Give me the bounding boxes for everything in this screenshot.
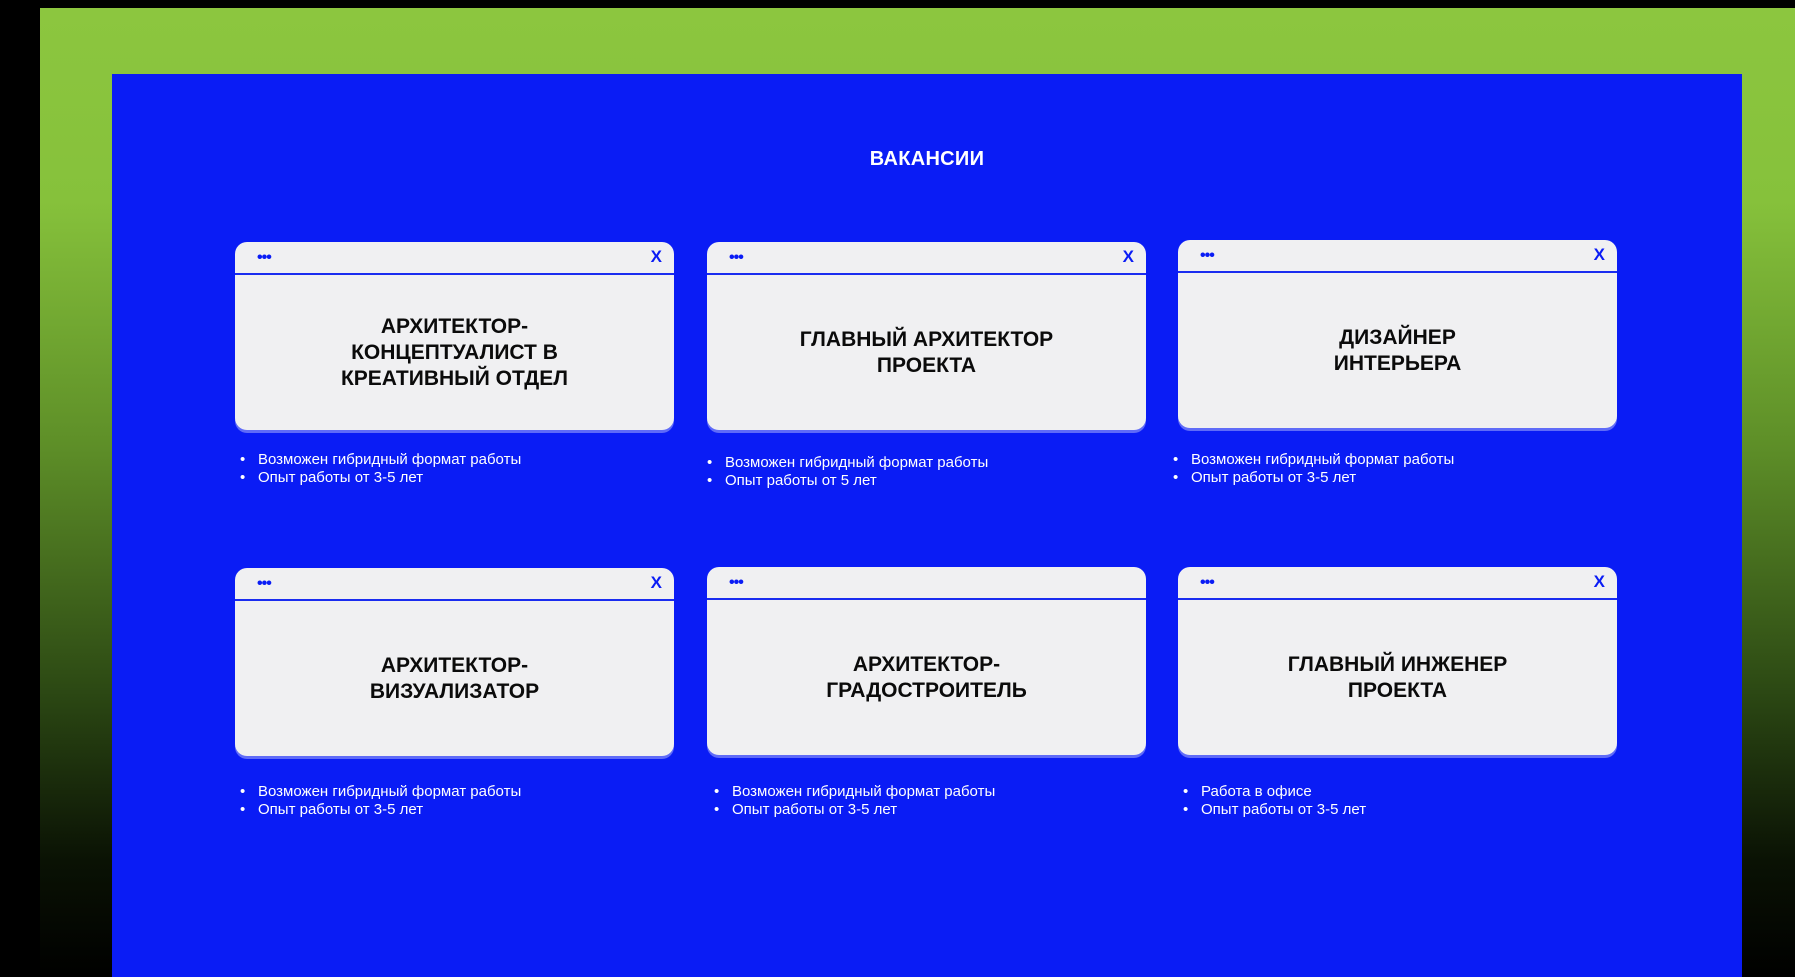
requirement-item: Опыт работы от 3-5 лет (712, 801, 995, 819)
vacancy-requirements-2: Возможен гибридный формат работы Опыт ра… (705, 454, 988, 490)
close-icon[interactable]: X (1594, 246, 1605, 264)
vacancy-requirements-3: Возможен гибридный формат работы Опыт ра… (1171, 451, 1454, 487)
requirement-item: Возможен гибридный формат работы (705, 454, 988, 472)
close-icon[interactable]: X (651, 248, 662, 266)
vacancy-card-6[interactable]: ••• X ГЛАВНЫЙ ИНЖЕНЕР ПРОЕКТА (1178, 567, 1617, 755)
requirement-item: Опыт работы от 3-5 лет (1181, 801, 1366, 819)
vacancy-card-2[interactable]: ••• X ГЛАВНЫЙ АРХИТЕКТОР ПРОЕКТА (707, 242, 1146, 430)
vacancy-card-1[interactable]: ••• X АРХИТЕКТОР- КОНЦЕПТУАЛИСТ В КРЕАТИ… (235, 242, 674, 430)
dots-menu-icon[interactable]: ••• (729, 575, 744, 591)
window-titlebar: ••• (707, 567, 1146, 600)
dots-menu-icon[interactable]: ••• (729, 250, 744, 266)
requirement-item: Опыт работы от 3-5 лет (1171, 469, 1454, 487)
vacancy-title: АРХИТЕКТОР- КОНЦЕПТУАЛИСТ В КРЕАТИВНЫЙ О… (340, 314, 569, 390)
requirement-item: Опыт работы от 3-5 лет (238, 801, 521, 819)
requirement-item: Опыт работы от 5 лет (705, 472, 988, 490)
vacancy-requirements-4: Возможен гибридный формат работы Опыт ра… (238, 783, 521, 819)
requirement-item: Возможен гибридный формат работы (1171, 451, 1454, 469)
vacancy-title: АРХИТЕКТОР- ГРАДОСТРОИТЕЛЬ (826, 652, 1027, 702)
requirement-item: Опыт работы от 3-5 лет (238, 469, 521, 487)
requirement-item: Возможен гибридный формат работы (238, 451, 521, 469)
requirement-item: Возможен гибридный формат работы (238, 783, 521, 801)
vacancy-title: ДИЗАЙНЕР ИНТЕРЬЕРА (1333, 325, 1462, 375)
vacancy-card-3[interactable]: ••• X ДИЗАЙНЕР ИНТЕРЬЕРА (1178, 240, 1617, 428)
window-titlebar: ••• X (1178, 240, 1617, 273)
vacancy-title: ГЛАВНЫЙ АРХИТЕКТОР ПРОЕКТА (799, 327, 1054, 377)
close-icon[interactable]: X (1123, 248, 1134, 266)
vacancy-title: ГЛАВНЫЙ ИНЖЕНЕР ПРОЕКТА (1287, 652, 1508, 702)
dots-menu-icon[interactable]: ••• (1200, 248, 1215, 264)
close-icon[interactable]: X (1594, 573, 1605, 591)
window-titlebar: ••• X (235, 568, 674, 601)
close-icon[interactable]: X (651, 574, 662, 592)
page-title: ВАКАНСИИ (869, 148, 985, 170)
window-titlebar: ••• X (1178, 567, 1617, 600)
requirement-item: Возможен гибридный формат работы (712, 783, 995, 801)
vacancy-card-4[interactable]: ••• X АРХИТЕКТОР- ВИЗУАЛИЗАТОР (235, 568, 674, 756)
dots-menu-icon[interactable]: ••• (1200, 575, 1215, 591)
vacancy-title: АРХИТЕКТОР- ВИЗУАЛИЗАТОР (369, 653, 540, 703)
window-titlebar: ••• X (707, 242, 1146, 275)
vacancy-requirements-5: Возможен гибридный формат работы Опыт ра… (712, 783, 995, 819)
vacancy-card-5[interactable]: ••• АРХИТЕКТОР- ГРАДОСТРОИТЕЛЬ (707, 567, 1146, 755)
window-titlebar: ••• X (235, 242, 674, 275)
requirement-item: Работа в офисе (1181, 783, 1366, 801)
dots-menu-icon[interactable]: ••• (257, 576, 272, 592)
vacancy-requirements-6: Работа в офисе Опыт работы от 3-5 лет (1181, 783, 1366, 819)
vacancies-panel: ВАКАНСИИ ••• X АРХИТЕКТОР- КОНЦЕПТУАЛИСТ… (112, 74, 1742, 977)
dots-menu-icon[interactable]: ••• (257, 250, 272, 266)
vacancy-requirements-1: Возможен гибридный формат работы Опыт ра… (238, 451, 521, 487)
